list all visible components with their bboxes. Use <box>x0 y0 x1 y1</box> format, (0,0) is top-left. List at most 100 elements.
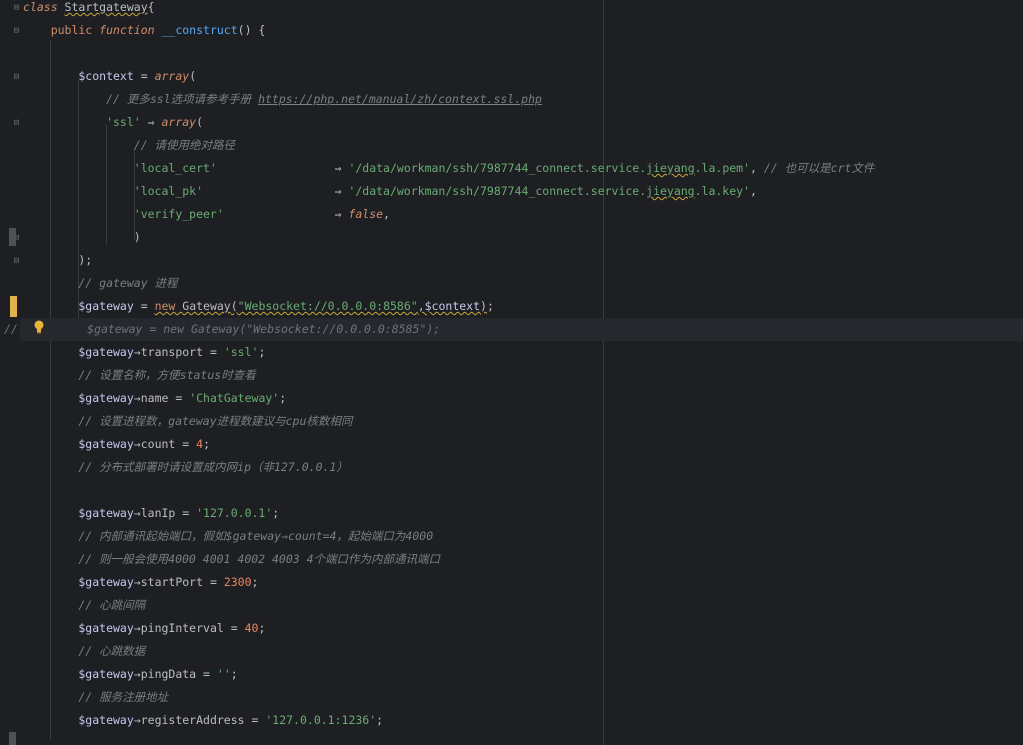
code-line[interactable] <box>20 479 1023 502</box>
code-token: $gateway <box>23 621 134 635</box>
code-text: $gateway→pingData = ''; <box>23 663 237 686</box>
code-token: // 分布式部署时请设置成内网ip（非127.0.0.1） <box>23 460 348 474</box>
code-token: count <box>140 437 176 451</box>
code-token: '/data/workman/ssh/7987744_connect.servi… <box>348 184 647 198</box>
code-line[interactable]: // 心跳数据 <box>20 640 1023 663</box>
code-token: Gateway <box>182 299 231 313</box>
code-token: '127.0.0.1' <box>196 506 273 520</box>
code-token: // 也可以是crt文件 <box>763 161 875 175</box>
code-line[interactable]: // 内部通讯起始端口，假如$gateway→count=4，起始端口为4000 <box>20 525 1023 548</box>
code-token: Startgateway <box>64 0 148 14</box>
code-token: ⇒ <box>216 161 349 175</box>
code-token: // 则一般会使用4000 4001 4002 4003 4个端口作为内部通讯端… <box>23 552 441 566</box>
code-token: → <box>133 713 141 727</box>
code-text: // 心跳间隔 <box>23 594 145 617</box>
code-token: // gateway 进程 <box>23 276 178 290</box>
code-token: → <box>133 575 141 589</box>
code-line[interactable]: // 心跳间隔 <box>20 594 1023 617</box>
code-line[interactable]: $gateway = new Gateway("Websocket://0.0.… <box>20 295 1023 318</box>
code-token: 2300 <box>223 575 252 589</box>
code-line[interactable]: ); <box>20 249 1023 272</box>
code-token: = <box>203 345 224 359</box>
gutter-marker <box>9 732 16 745</box>
code-line[interactable]: $gateway→transport = 'ssl'; <box>20 341 1023 364</box>
code-line[interactable]: class Startgateway{ <box>20 0 1023 19</box>
code-text: $context = array( <box>23 65 196 88</box>
code-line[interactable]: // gateway 进程 <box>20 272 1023 295</box>
code-line[interactable]: 'ssl' ⇒ array( <box>20 111 1023 134</box>
code-token: // 请使用绝对路径 <box>23 138 236 152</box>
code-text: $gateway→transport = 'ssl'; <box>23 341 265 364</box>
code-text: $gateway→registerAddress = '127.0.0.1:12… <box>23 709 383 732</box>
code-token: → <box>133 621 141 635</box>
change-marker[interactable] <box>10 296 17 317</box>
code-line[interactable]: 'verify_peer' ⇒ false, <box>20 203 1023 226</box>
code-line[interactable]: // 则一般会使用4000 4001 4002 4003 4个端口作为内部通讯端… <box>20 548 1023 571</box>
code-token: = <box>203 575 224 589</box>
code-line[interactable]: $gateway→pingData = ''; <box>20 663 1023 686</box>
code-token: = <box>223 621 245 635</box>
code-token: ; <box>272 506 280 520</box>
code-text: // $gateway = new Gateway("Websocket://0… <box>4 318 440 341</box>
code-line[interactable]: $gateway→count = 4; <box>20 433 1023 456</box>
lightbulb-icon[interactable] <box>33 320 45 334</box>
code-token: 'ChatGateway' <box>189 391 280 405</box>
code-line[interactable]: $gateway→name = 'ChatGateway'; <box>20 387 1023 410</box>
code-token: $gateway <box>23 667 134 681</box>
code-line[interactable]: // 请使用绝对路径 <box>20 134 1023 157</box>
code-token: , <box>383 207 390 221</box>
code-text: // 服务注册地址 <box>23 686 168 709</box>
code-line[interactable]: 'local_cert' ⇒ '/data/workman/ssh/798774… <box>20 157 1023 180</box>
code-editor[interactable]: class Startgateway{ public function __co… <box>4 0 1023 745</box>
code-line[interactable]: 'local_pk' ⇒ '/data/workman/ssh/7987744_… <box>20 180 1023 203</box>
code-token: , <box>750 184 757 198</box>
code-token: registerAddress <box>140 713 245 727</box>
code-token: ; <box>251 575 259 589</box>
code-text: // 心跳数据 <box>23 640 145 663</box>
code-line[interactable]: // $gateway = new Gateway("Websocket://0… <box>4 318 1023 341</box>
code-line[interactable]: $gateway→pingInterval = 40; <box>20 617 1023 640</box>
code-token: ⇒ <box>223 207 349 221</box>
code-line[interactable]: $gateway→lanIp = '127.0.0.1'; <box>20 502 1023 525</box>
code-token: = <box>133 299 155 313</box>
code-token: // 内部通讯起始端口，假如$gateway→count=4，起始端口为4000 <box>23 529 434 543</box>
code-line[interactable]: public function __construct() { <box>20 19 1023 42</box>
code-text: 'local_cert' ⇒ '/data/workman/ssh/798774… <box>23 157 875 180</box>
code-token: () { <box>237 23 266 37</box>
code-token: .la.pem' <box>694 161 751 175</box>
code-text: 'ssl' ⇒ array( <box>23 111 203 134</box>
code-text: ) <box>23 226 141 249</box>
code-line[interactable]: ) <box>20 226 1023 249</box>
code-line[interactable]: // 设置名称，方便status时查看 <box>20 364 1023 387</box>
code-line[interactable]: // 更多ssl选项请参考手册 https://php.net/manual/z… <box>20 88 1023 111</box>
code-token: array <box>154 69 190 83</box>
code-token: class <box>23 0 65 14</box>
code-token: ( <box>189 69 197 83</box>
code-token: array <box>161 115 197 129</box>
code-line[interactable] <box>20 42 1023 65</box>
code-token: "Websocket://0.0.0.0:8586" <box>237 299 418 313</box>
gutter-marker <box>9 228 16 246</box>
code-token: pingData <box>140 667 197 681</box>
code-token: $gateway <box>23 713 134 727</box>
code-token: // 心跳数据 <box>23 644 146 658</box>
code-token: 'ssl' <box>23 115 141 129</box>
code-line[interactable]: // 分布式部署时请设置成内网ip（非127.0.0.1） <box>20 456 1023 479</box>
code-line[interactable]: $gateway→registerAddress = '127.0.0.1:12… <box>20 709 1023 732</box>
code-text: ); <box>23 249 92 272</box>
code-line[interactable]: $gateway→startPort = 2300; <box>20 571 1023 594</box>
code-token: jieyang <box>646 161 695 175</box>
code-token: ; <box>258 345 266 359</box>
code-line[interactable]: // 服务注册地址 <box>20 686 1023 709</box>
gutter[interactable]: ⊟ ⊟ ⊟ ⊟ ⊟ ⊟ <box>0 0 20 745</box>
code-line[interactable]: // 设置进程数，gateway进程数建议与cpu核数相同 <box>20 410 1023 433</box>
code-token: = <box>196 667 217 681</box>
code-token: ) <box>480 299 487 313</box>
code-token: ; <box>376 713 384 727</box>
code-line[interactable]: $context = array( <box>20 65 1023 88</box>
code-token: ( <box>196 115 204 129</box>
code-token: $gateway <box>23 299 134 313</box>
code-token: , <box>750 161 764 175</box>
code-token: = <box>175 506 197 520</box>
code-text: // gateway 进程 <box>23 272 178 295</box>
